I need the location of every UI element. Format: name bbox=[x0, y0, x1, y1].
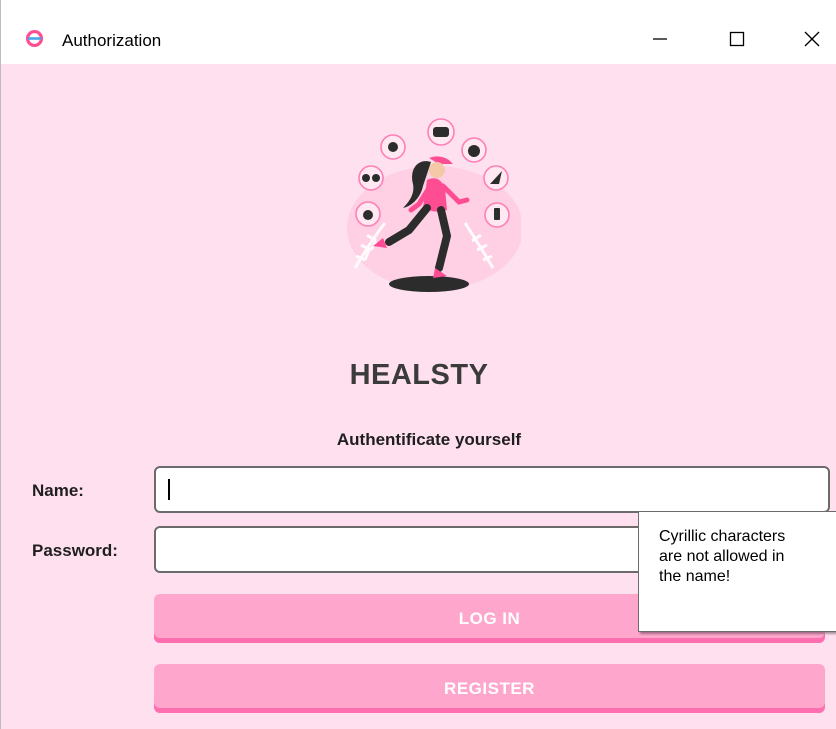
minimize-button[interactable] bbox=[637, 18, 683, 60]
runner-illustration-icon bbox=[347, 118, 521, 292]
window-title: Authorization bbox=[62, 31, 162, 50]
text-caret bbox=[168, 479, 170, 500]
validation-tooltip: Cyrillic characters are not allowed in t… bbox=[638, 511, 836, 632]
tooltip-line: are not allowed in bbox=[659, 548, 785, 565]
title-bar[interactable]: Authorization bbox=[1, 0, 836, 64]
app-logo-icon bbox=[25, 29, 44, 48]
authorization-window: Authorization HEALSTY Authentificate you… bbox=[0, 0, 836, 729]
register-button[interactable]: REGISTER bbox=[154, 664, 825, 713]
close-button[interactable] bbox=[789, 18, 835, 60]
password-label: Password: bbox=[32, 541, 118, 560]
brand-title: HEALSTY bbox=[349, 359, 489, 391]
maximize-button[interactable] bbox=[714, 18, 760, 60]
tooltip-line: the name! bbox=[659, 568, 731, 585]
minimize-icon bbox=[653, 38, 667, 40]
name-input[interactable] bbox=[154, 466, 830, 513]
close-icon bbox=[804, 31, 820, 47]
name-label: Name: bbox=[32, 481, 84, 500]
auth-subtitle: Authentificate yourself bbox=[336, 430, 522, 449]
tooltip-line: Cyrillic characters bbox=[659, 528, 786, 545]
maximize-icon bbox=[729, 31, 745, 47]
